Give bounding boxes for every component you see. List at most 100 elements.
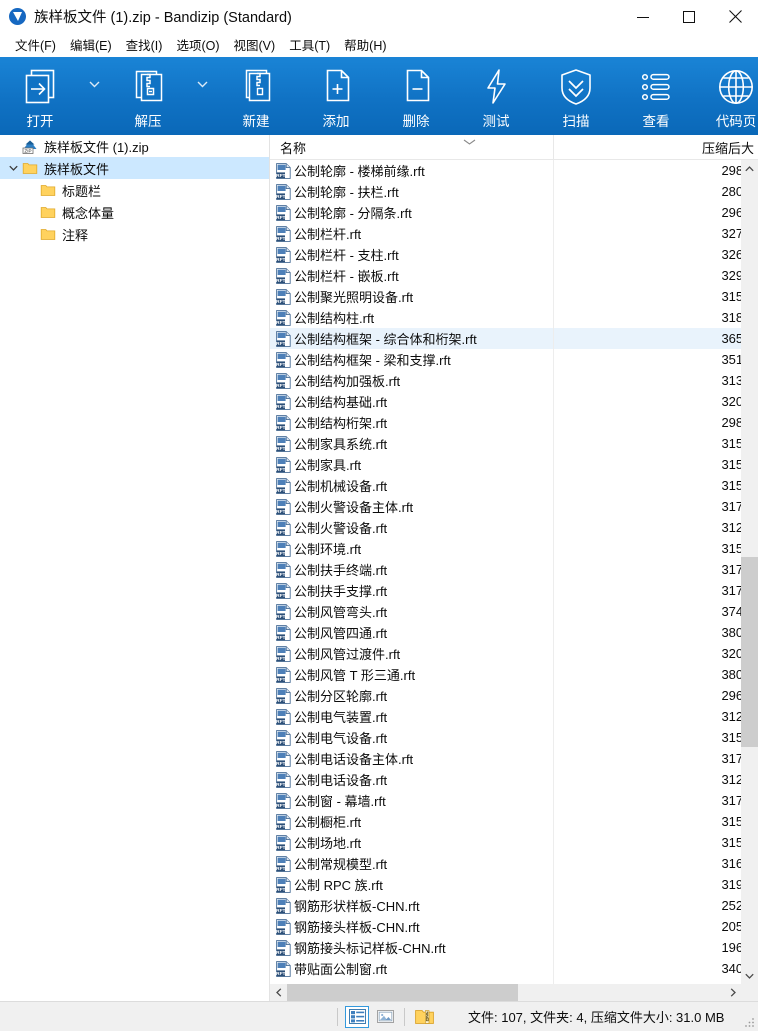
folder-icon [40,185,56,196]
table-row[interactable]: RFT 公制结构柱.rft 318,6 [270,307,758,328]
toolbar-button-extract[interactable]: 解压 [108,57,188,135]
file-list-rows[interactable]: RFT 公制轮廓 - 楼梯前缘.rft 298,2 RFT 公制轮廓 - 扶栏.rft 2… [270,160,758,1001]
file-name-label: 公制轮廓 - 分隔条.rft [294,206,412,221]
scroll-down-icon[interactable] [741,967,758,984]
table-row[interactable]: RFT 公制结构框架 - 梁和支撑.rft 351,8 [270,349,758,370]
toolbar-button-test[interactable]: 测试 [456,57,536,135]
tree-item-root-label: 族样板文件 (1).zip [44,139,149,155]
archive-folder-icon[interactable] [412,1006,436,1028]
toolbar-dropdown-extract[interactable] [188,57,216,135]
tree-item-annotations[interactable]: 注释 [0,223,269,245]
tree-item-title-block[interactable]: 标题栏 [0,179,269,201]
file-size-cell: 196,7 [721,940,754,955]
folder-tree-panel[interactable]: ZIP 族样板文件 (1).zip 族样板文件 标题栏 概念体量 注释 [0,135,270,1001]
tree-item-conceptual-mass[interactable]: 概念体量 [0,201,269,223]
table-row[interactable]: RFT 公制轮廓 - 分隔条.rft 296,0 [270,202,758,223]
table-row[interactable]: RFT 公制场地.rft 315,0 [270,832,758,853]
table-row[interactable]: RFT 公制轮廓 - 扶栏.rft 280,3 [270,181,758,202]
table-row[interactable]: RFT 公制家具系统.rft 315,3 [270,433,758,454]
table-row[interactable]: RFT 公制环境.rft 315,2 [270,538,758,559]
horizontal-scrollbar[interactable] [270,984,758,1001]
table-row[interactable]: RFT 公制栏杆.rft 327,2 [270,223,758,244]
table-row[interactable]: RFT 公制 RPC 族.rft 319,2 [270,874,758,895]
table-row[interactable]: RFT 公制火警设备主体.rft 317,2 [270,496,758,517]
twisty-expanded[interactable] [4,157,22,179]
minimize-button[interactable] [620,0,666,33]
vertical-scrollbar-thumb[interactable] [741,557,758,747]
table-row[interactable]: RFT 公制扶手终端.rft 317,1 [270,559,758,580]
table-row[interactable]: RFT 公制电气装置.rft 312,4 [270,706,758,727]
table-row[interactable]: RFT 公制风管过渡件.rft 320,2 [270,643,758,664]
table-row[interactable]: RFT 带贴面公制窗.rft 340,3 [270,958,758,979]
tree-item-conceptual-mass-label: 概念体量 [62,205,115,221]
table-row[interactable]: RFT 钢筋接头样板-CHN.rft 205,5 [270,916,758,937]
column-header-name[interactable]: 名称 [270,138,633,157]
table-row[interactable]: RFT 公制窗 - 幕墙.rft 317,6 [270,790,758,811]
table-row[interactable]: RFT 公制机械设备.rft 315,1 [270,475,758,496]
toolbar-button-open[interactable]: 打开 [0,57,80,135]
table-row[interactable]: RFT 公制风管弯头.rft 374,3 [270,601,758,622]
rft-file-icon: RFT [276,876,291,893]
toolbar-dropdown-open[interactable] [80,57,108,135]
table-row[interactable]: RFT 公制结构加强板.rft 313,2 [270,370,758,391]
close-button[interactable] [712,0,758,33]
codepage-globe-icon [715,66,757,108]
column-header-size[interactable]: 压缩后大 [633,138,758,157]
menu-item-tools[interactable]: 工具(T) [282,32,337,58]
column-divider[interactable] [553,135,554,160]
table-row[interactable]: RFT 公制结构框架 - 综合体和桁架.rft 365,3 [270,328,758,349]
file-name-cell: RFT 公制电气装置.rft [270,707,633,726]
table-row[interactable]: RFT 公制橱柜.rft 315,7 [270,811,758,832]
file-list-panel[interactable]: 名称 压缩后大 RFT 公制轮廓 - 楼梯前缘.rft 298,2 RFT 公制轮廓 -… [270,135,758,1001]
file-name-label: 公制电话设备主体.rft [294,752,414,767]
toolbar-button-scan[interactable]: 扫描 [536,57,616,135]
scroll-up-icon[interactable] [741,160,758,177]
thumbnail-view-icon[interactable] [373,1006,397,1028]
table-row[interactable]: RFT 钢筋接头标记样板-CHN.rft 196,7 [270,937,758,958]
table-row[interactable]: RFT 公制常规模型.rft 316,3 [270,853,758,874]
scroll-left-icon[interactable] [270,984,287,1001]
tree-item-root[interactable]: ZIP 族样板文件 (1).zip [0,135,269,157]
table-row[interactable]: RFT 公制风管 T 形三通.rft 380,4 [270,664,758,685]
tree-item-family-templates[interactable]: 族样板文件 [0,157,269,179]
table-row[interactable]: RFT 公制栏杆 - 支柱.rft 326,5 [270,244,758,265]
file-name-label: 公制常规模型.rft [294,857,388,872]
resize-grip-icon[interactable] [743,1016,755,1028]
svg-text:RFT: RFT [276,362,286,368]
menu-item-find[interactable]: 查找(I) [119,32,170,58]
scroll-right-icon[interactable] [724,984,741,1001]
menu-item-file[interactable]: 文件(F) [8,32,63,58]
table-row[interactable]: RFT 公制家具.rft 315,2 [270,454,758,475]
file-name-cell: RFT 公制环境.rft [270,539,633,558]
toolbar-button-add[interactable]: 添加 [296,57,376,135]
toolbar-button-codepage[interactable]: 代码页 [696,57,758,135]
table-row[interactable]: RFT 公制电气设备.rft 315,3 [270,727,758,748]
maximize-button[interactable] [666,0,712,33]
table-row[interactable]: RFT 公制结构桁架.rft 298,9 [270,412,758,433]
file-name-label: 钢筋形状样板-CHN.rft [294,899,420,914]
table-row[interactable]: RFT 公制电话设备主体.rft 317,5 [270,748,758,769]
table-row[interactable]: RFT 公制轮廓 - 楼梯前缘.rft 298,2 [270,160,758,181]
toolbar-button-new[interactable]: 新建 [216,57,296,135]
table-row[interactable]: RFT 公制风管四通.rft 380,9 [270,622,758,643]
toolbar-button-delete[interactable]: 删除 [376,57,456,135]
table-row[interactable]: RFT 钢筋形状样板-CHN.rft 252,6 [270,895,758,916]
table-row[interactable]: RFT 公制火警设备.rft 312,8 [270,517,758,538]
table-row[interactable]: RFT 公制分区轮廓.rft 296,8 [270,685,758,706]
file-size-cell: 374,3 [721,604,754,619]
menu-item-view[interactable]: 视图(V) [227,32,283,58]
table-row[interactable]: RFT 公制结构基础.rft 320,8 [270,391,758,412]
vertical-scrollbar[interactable] [741,160,758,984]
horizontal-scrollbar-thumb[interactable] [287,984,518,1001]
menu-item-help[interactable]: 帮助(H) [337,32,393,58]
table-row[interactable]: RFT 公制聚光照明设备.rft 315,0 [270,286,758,307]
svg-text:RFT: RFT [276,782,286,788]
details-view-icon[interactable] [345,1005,369,1028]
toolbar-button-view[interactable]: 查看 [616,57,696,135]
menu-item-options[interactable]: 选项(O) [169,32,226,58]
menu-item-edit[interactable]: 编辑(E) [63,32,119,58]
svg-text:RFT: RFT [276,593,286,599]
table-row[interactable]: RFT 公制扶手支撑.rft 317,9 [270,580,758,601]
table-row[interactable]: RFT 公制电话设备.rft 312,6 [270,769,758,790]
table-row[interactable]: RFT 公制栏杆 - 嵌板.rft 329,5 [270,265,758,286]
